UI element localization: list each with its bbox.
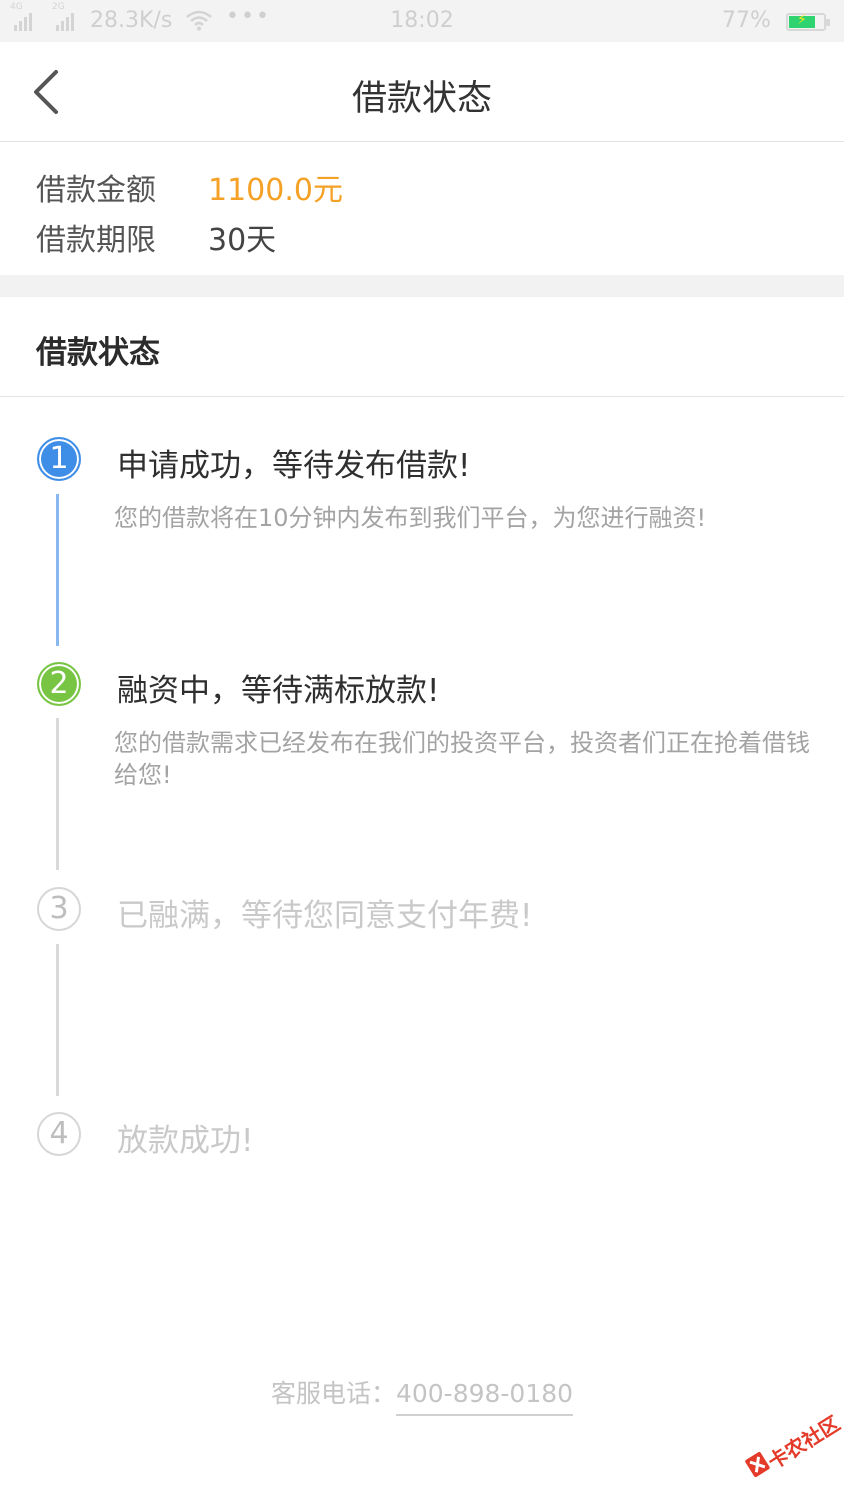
loan-amount-value: 1100.0元 <box>208 173 343 208</box>
step-4-title: 放款成功! <box>117 1123 254 1159</box>
customer-service-hotline: 客服电话：400-898-0180 <box>0 1374 844 1416</box>
hotline-phone-link[interactable]: 400-898-0180 <box>395 1379 574 1416</box>
loan-status-page: 4G 2G 28.3K/s ••• 18:02 77% ⚡ 借款状态 借款金额 … <box>0 0 844 1500</box>
battery-percent: 77% <box>722 8 771 33</box>
step-1-title: 申请成功，等待发布借款! <box>117 448 471 484</box>
charging-bolt-icon: ⚡ <box>797 12 807 28</box>
status-section-header: 借款状态 <box>0 297 844 397</box>
section-title: 借款状态 <box>36 335 160 371</box>
loan-amount-label: 借款金额 <box>36 173 156 208</box>
loan-term-row: 借款期限 30天 <box>36 215 276 259</box>
step-2-description: 您的借款需求已经发布在我们的投资平台，投资者们正在抢着借钱给您! <box>114 729 810 789</box>
step-4-circle: 4 <box>37 1112 81 1156</box>
step-connector-3 <box>56 944 59 1096</box>
loan-term-label: 借款期限 <box>36 223 156 258</box>
step-3-title: 已融满，等待您同意支付年费! <box>117 898 533 934</box>
battery-icon: ⚡ <box>786 12 830 31</box>
hotline-label: 客服电话： <box>270 1379 396 1408</box>
step-2-title: 融资中，等待满标放款! <box>117 673 440 709</box>
watermark-text: 卡农社区 <box>763 1411 844 1474</box>
status-bar: 4G 2G 28.3K/s ••• 18:02 77% ⚡ <box>0 0 844 42</box>
step-connector-1 <box>56 494 59 646</box>
loan-amount-row: 借款金额 1100.0元 <box>36 165 343 209</box>
page-title: 借款状态 <box>351 79 492 119</box>
section-divider <box>0 275 844 297</box>
clock: 18:02 <box>390 8 454 33</box>
step-1-description: 您的借款将在10分钟内发布到我们平台，为您进行融资! <box>114 504 707 532</box>
loan-term-value: 30天 <box>208 223 277 258</box>
loan-info-panel: 借款金额 1100.0元 借款期限 30天 <box>0 143 844 275</box>
nav-bar: 借款状态 <box>0 42 844 142</box>
step-3-circle: 3 <box>37 887 81 931</box>
step-1-circle: 1 <box>37 437 81 481</box>
watermark-logo: 卡农社区 <box>734 1397 844 1500</box>
step-connector-2 <box>56 718 59 870</box>
step-2-circle: 2 <box>37 662 81 706</box>
